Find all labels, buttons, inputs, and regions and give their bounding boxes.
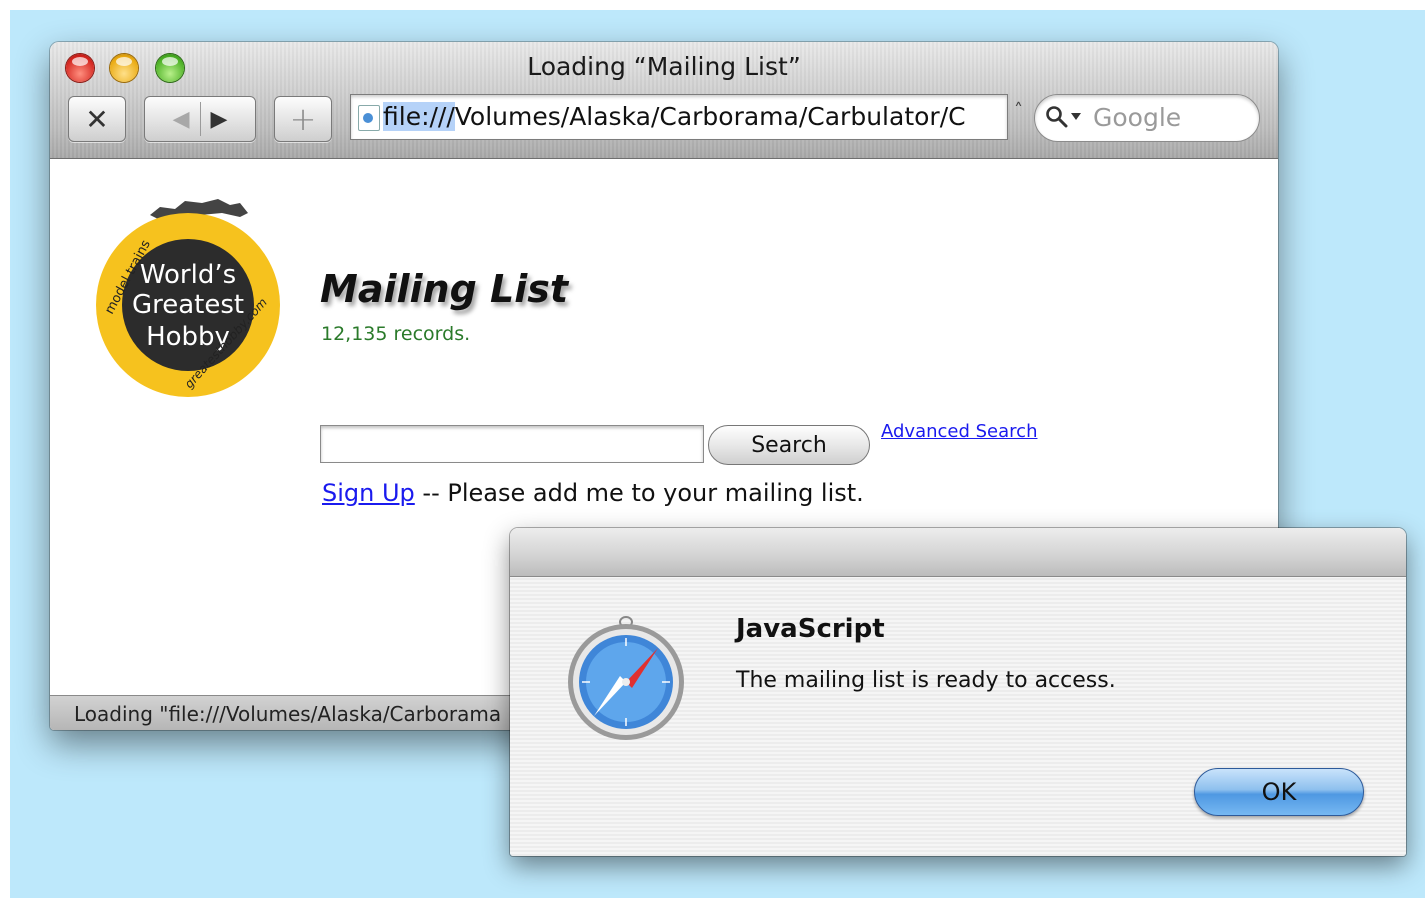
dialog-message: The mailing list is ready to access.: [736, 668, 1116, 693]
stop-loading-button[interactable]: ✕: [68, 96, 126, 142]
search-icon: [1046, 106, 1068, 128]
forward-arrow-icon[interactable]: ▶: [211, 107, 228, 132]
search-placeholder: Google: [1093, 103, 1182, 132]
record-count: 12,135 records.: [321, 323, 471, 345]
add-bookmark-button[interactable]: +: [274, 96, 332, 142]
address-text: file:///Volumes/Alaska/Carborama/Carbula…: [383, 102, 1001, 131]
javascript-alert-dialog: JavaScript The mailing list is ready to …: [510, 528, 1406, 856]
search-button[interactable]: Search: [708, 425, 870, 465]
plus-icon: +: [289, 100, 317, 138]
page-icon: [358, 105, 380, 131]
close-icon: ✕: [85, 102, 109, 136]
address-bar[interactable]: file:///Volumes/Alaska/Carborama/Carbula…: [350, 94, 1008, 140]
chevron-down-icon: [1071, 113, 1081, 120]
signup-description: -- Please add me to your mailing list.: [414, 479, 864, 507]
address-selected-text: file:///: [383, 102, 455, 131]
safari-compass-icon: [568, 616, 684, 740]
advanced-search-link[interactable]: Advanced Search: [881, 421, 1037, 442]
logo-line-1: World’s: [140, 260, 236, 290]
sign-up-link[interactable]: Sign Up: [322, 479, 415, 507]
dialog-heading: JavaScript: [736, 614, 885, 644]
window-title: Loading “Mailing List”: [527, 52, 801, 81]
worlds-greatest-hobby-logo: World’s Greatest Hobby model trains grea…: [96, 199, 280, 397]
logo-line-2: Greatest: [132, 290, 244, 320]
search-input[interactable]: [320, 425, 704, 463]
google-search-field[interactable]: Google: [1034, 94, 1260, 142]
dialog-title-bar: [510, 528, 1406, 577]
status-text: Loading "file:///Volumes/Alaska/Carboram…: [74, 702, 502, 726]
snapback-icon[interactable]: ˄: [1014, 100, 1023, 121]
back-forward-buttons: ◀ ▶: [144, 96, 256, 142]
nav-divider: [199, 102, 201, 136]
address-rest-text: Volumes/Alaska/Carborama/Carbulator/C: [454, 102, 966, 131]
signup-row: Sign Up -- Please add me to your mailing…: [322, 479, 864, 507]
window-toolbar: Loading “Mailing List” ✕ ◀ ▶ + file:///V…: [50, 42, 1278, 159]
back-arrow-icon[interactable]: ◀: [173, 107, 190, 132]
ok-button[interactable]: OK: [1194, 768, 1364, 816]
page-title: Mailing List: [320, 267, 569, 311]
